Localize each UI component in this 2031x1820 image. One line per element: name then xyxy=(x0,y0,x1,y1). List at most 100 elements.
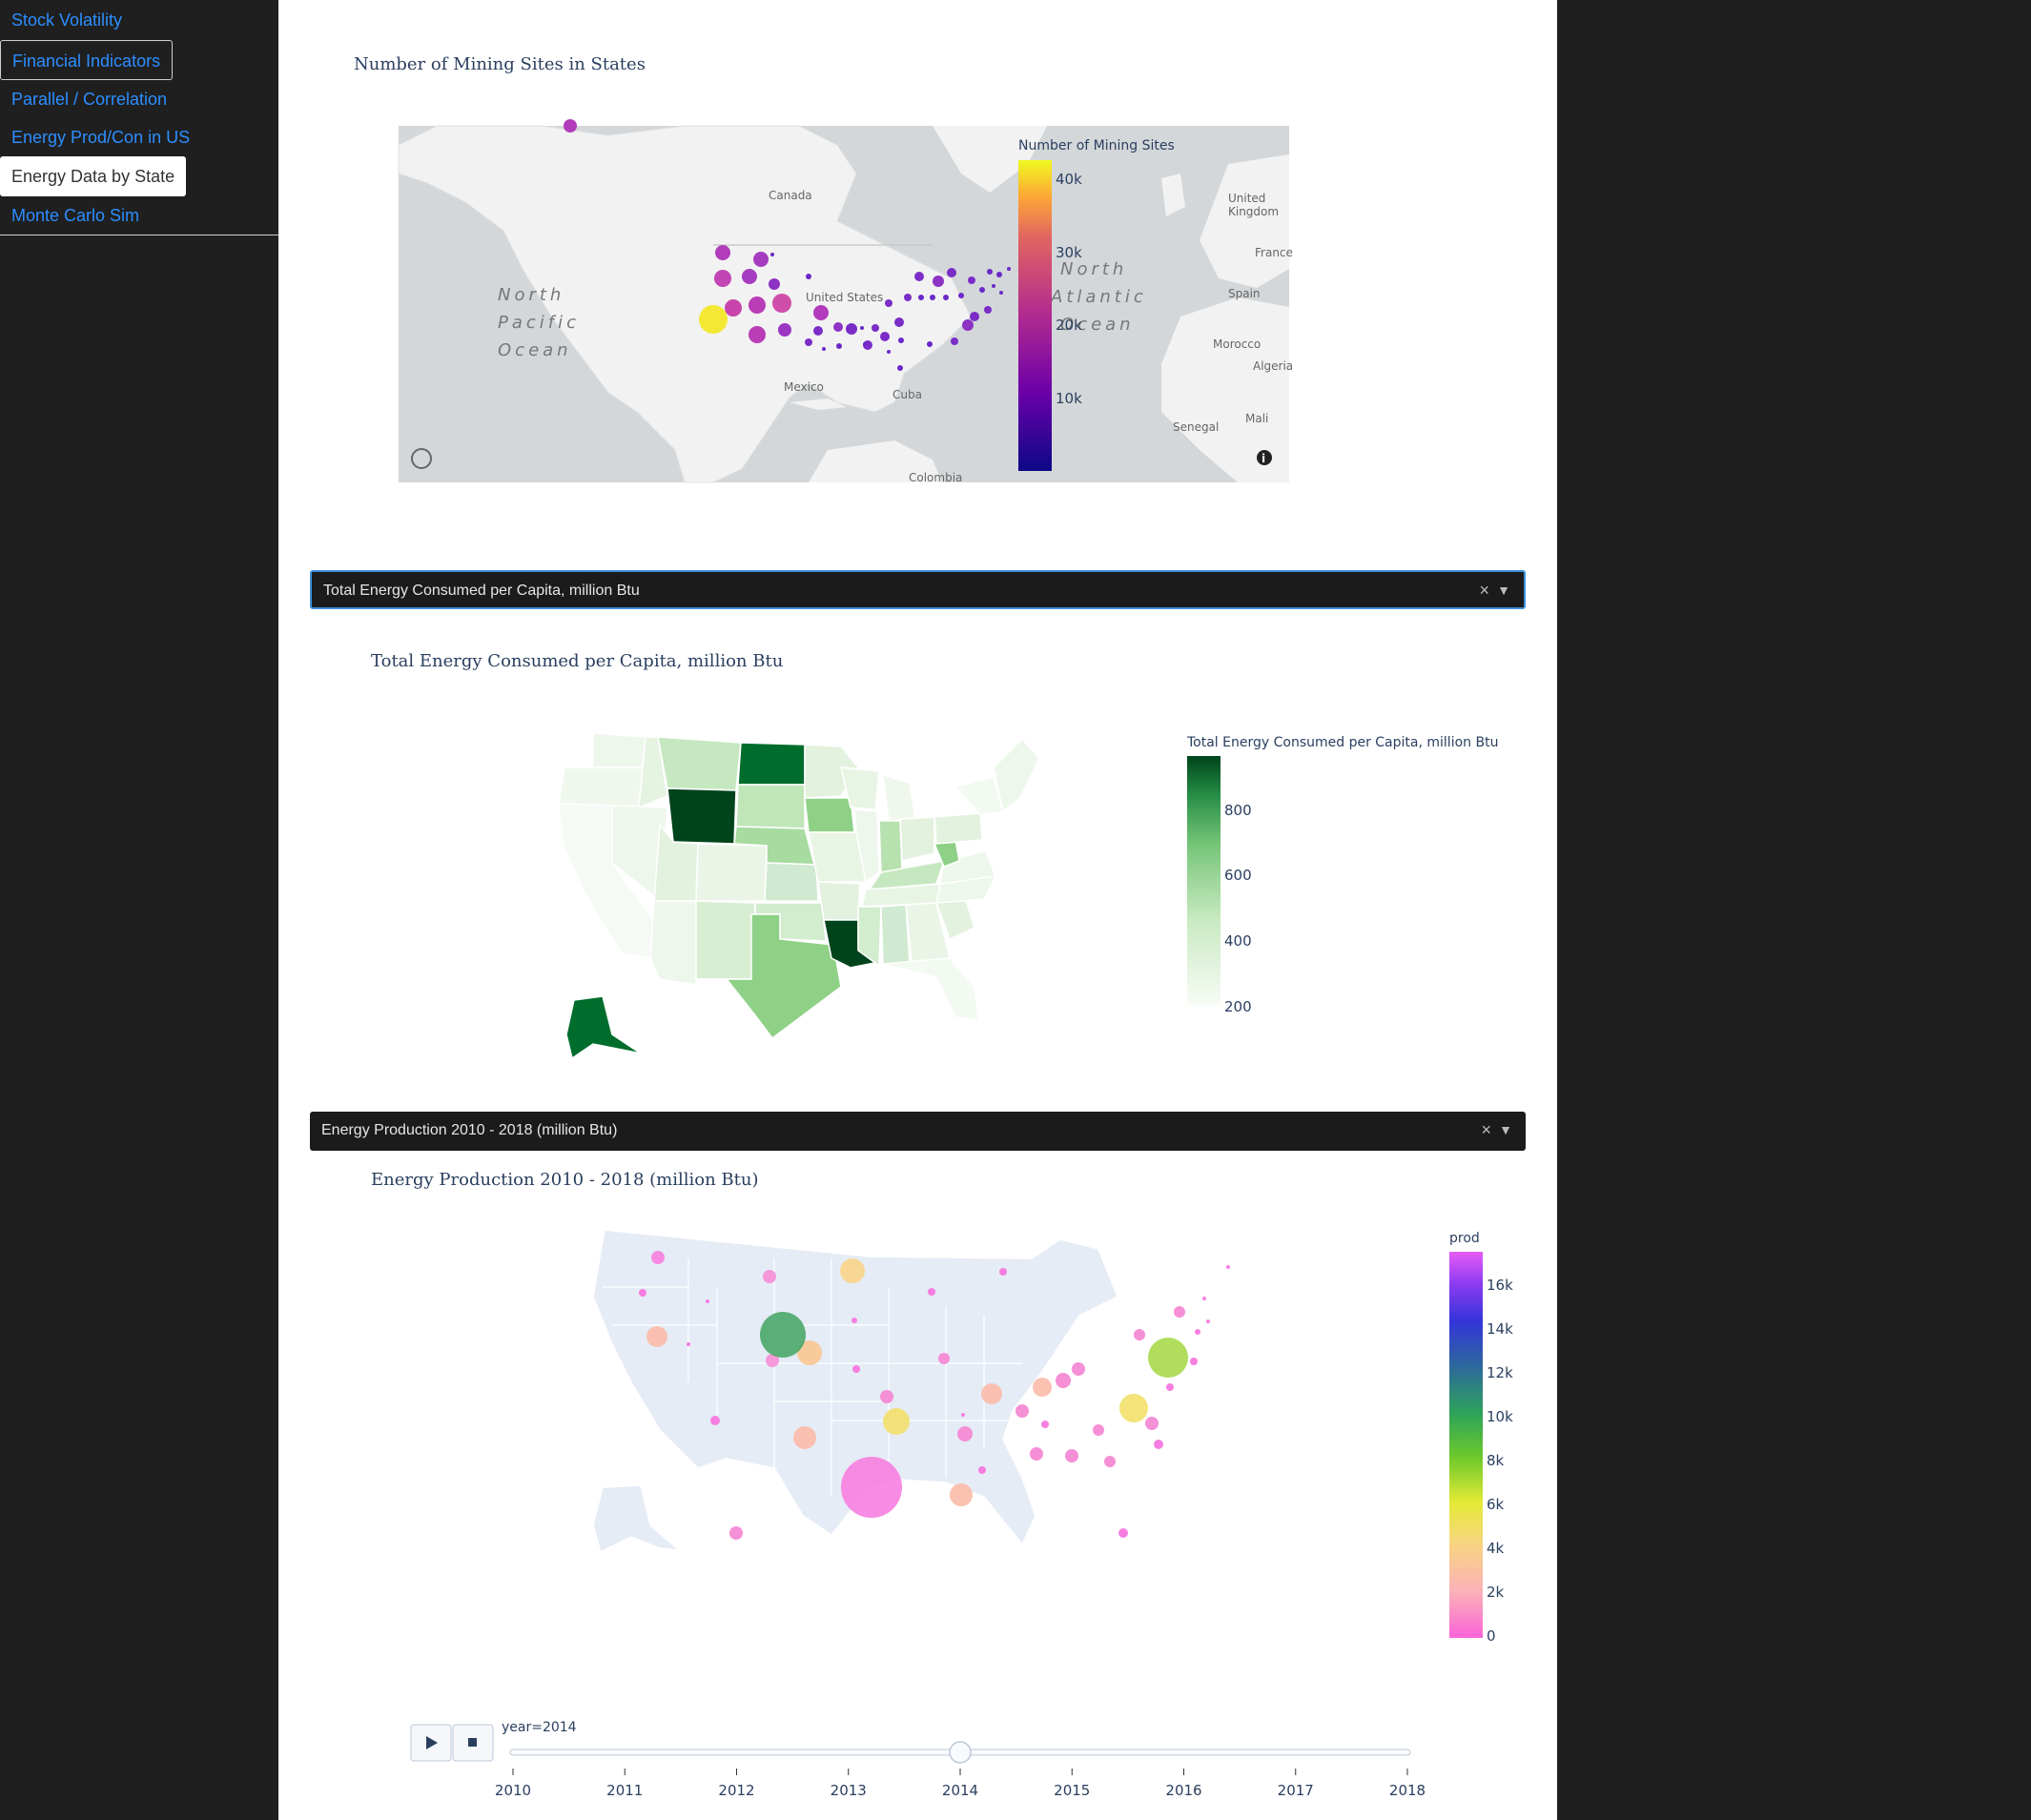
mining-bubble xyxy=(880,332,890,341)
mining-bubble xyxy=(933,276,944,287)
state-colorado xyxy=(695,843,768,902)
clear-icon[interactable]: × xyxy=(1481,1112,1491,1149)
nav-monte-carlo-sim[interactable]: Monte Carlo Sim xyxy=(0,195,151,235)
slider-year-label[interactable]: 2015 xyxy=(1054,1782,1090,1799)
mining-map[interactable]: Canada United States Mexico Cuba Colombi… xyxy=(398,119,1298,484)
mining-bubble xyxy=(753,252,769,267)
prod-bubble xyxy=(1041,1421,1049,1428)
mining-bubble xyxy=(968,276,975,284)
mining-bubble xyxy=(772,294,791,313)
mining-bubble xyxy=(749,297,766,314)
label-united-states: United States xyxy=(806,291,883,304)
label-morocco: Morocco xyxy=(1213,337,1261,351)
choropleth-title: Total Energy Consumed per Capita, millio… xyxy=(371,651,783,671)
mining-bubble xyxy=(898,337,904,343)
stop-button[interactable] xyxy=(452,1724,494,1762)
nav-energy-data-by-state[interactable]: Energy Data by State xyxy=(0,156,187,196)
prod-bubble xyxy=(1202,1297,1206,1300)
prod-bubble xyxy=(1030,1447,1043,1461)
mining-bubble xyxy=(930,295,935,300)
label-mexico: Mexico xyxy=(784,380,824,394)
mining-bubble xyxy=(970,312,979,321)
state-arkansas xyxy=(817,881,861,921)
dropdown-1-value: Total Energy Consumed per Capita, millio… xyxy=(323,583,640,599)
prod-bubble xyxy=(1154,1440,1163,1449)
state-alaska xyxy=(565,995,642,1060)
prod-bubble xyxy=(1033,1378,1052,1397)
slider-year-label[interactable]: 2014 xyxy=(942,1782,978,1799)
stop-icon xyxy=(468,1738,477,1747)
mining-bubble xyxy=(927,341,933,347)
nav-parallel-correlation[interactable]: Parallel / Correlation xyxy=(0,79,178,119)
dropdown-2-value: Energy Production 2010 - 2018 (million B… xyxy=(321,1122,618,1138)
metric-dropdown-1[interactable]: Total Energy Consumed per Capita, millio… xyxy=(310,570,1526,609)
chevron-down-icon[interactable]: ▼ xyxy=(1497,572,1510,609)
prod-bubble xyxy=(851,1318,857,1323)
mining-bubble xyxy=(836,343,842,349)
state-pennsylvania xyxy=(933,812,983,845)
mining-bubble xyxy=(947,268,956,277)
bubble-chart-title: Energy Production 2010 - 2018 (million B… xyxy=(371,1170,759,1190)
mining-bubble xyxy=(904,294,912,301)
slider-ticks: 2010 2011 2012 2013 2014 2015 2016 2017 2018 xyxy=(495,1769,1426,1799)
prod-bubble xyxy=(710,1416,720,1425)
prod-bubble xyxy=(763,1270,776,1283)
label-france: France xyxy=(1255,246,1293,259)
slider-year-label[interactable]: 2016 xyxy=(1165,1782,1201,1799)
prod-bubble xyxy=(950,1483,973,1506)
prod-bubble xyxy=(651,1251,665,1264)
slider-year-label[interactable]: 2017 xyxy=(1278,1782,1314,1799)
clear-icon[interactable]: × xyxy=(1479,572,1489,609)
prod-bubble xyxy=(706,1299,709,1303)
slider-year-label[interactable]: 2018 xyxy=(1389,1782,1426,1799)
bubble-colorbar-title: prod xyxy=(1449,1231,1480,1246)
nav-stock-volatility[interactable]: Stock Volatility xyxy=(0,0,133,40)
state-indiana xyxy=(878,820,903,873)
mining-bubble xyxy=(846,323,857,335)
bubble-colorbar-tick: 4k xyxy=(1487,1540,1505,1557)
label-north-atlantic-1: North xyxy=(1060,259,1127,279)
us-choropleth-map[interactable] xyxy=(558,732,1040,1060)
mining-bubble xyxy=(1007,267,1011,271)
state-ohio xyxy=(899,816,935,862)
chevron-down-icon[interactable]: ▼ xyxy=(1499,1112,1512,1149)
mining-bubble xyxy=(863,342,867,346)
mining-bubble xyxy=(962,319,974,331)
alaska-outline xyxy=(592,1484,682,1554)
label-senegal: Senegal xyxy=(1173,420,1219,434)
mining-bubble xyxy=(885,299,892,307)
bubble-colorbar-tick: 8k xyxy=(1487,1452,1505,1469)
nav-financial-indicators[interactable]: Financial Indicators xyxy=(0,40,174,80)
mining-bubble xyxy=(951,337,958,345)
state-montana xyxy=(657,736,742,791)
sidebar: Stock Volatility Financial Indicators Pa… xyxy=(0,0,278,235)
label-cuba: Cuba xyxy=(892,388,922,401)
mining-bubble xyxy=(987,269,993,275)
slider-year-label[interactable]: 2010 xyxy=(495,1782,531,1799)
nav-energy-prod-con[interactable]: Energy Prod/Con in US xyxy=(0,117,201,157)
state-wyoming xyxy=(667,787,737,845)
bubble-colorbar-tick: 6k xyxy=(1487,1496,1505,1513)
prod-bubble xyxy=(1174,1306,1185,1318)
slider-handle[interactable] xyxy=(949,1741,972,1764)
metric-dropdown-2[interactable]: Energy Production 2010 - 2018 (million B… xyxy=(310,1112,1526,1151)
us-bubble-map[interactable] xyxy=(592,1229,1230,1554)
play-button[interactable] xyxy=(410,1724,452,1762)
prod-bubble xyxy=(999,1268,1007,1276)
mining-bubble xyxy=(958,293,964,298)
prod-bubble xyxy=(1134,1329,1145,1340)
prod-bubble xyxy=(928,1288,935,1296)
label-colombia: Colombia xyxy=(909,471,962,484)
mining-bubble xyxy=(918,295,924,300)
prod-bubble xyxy=(1093,1424,1104,1436)
mining-bubble xyxy=(805,338,812,346)
mining-bubble xyxy=(872,324,879,332)
bubble-colorbar-tick: 0 xyxy=(1487,1627,1496,1645)
mining-sites-chart: Number of Mining Sites in States Canada … xyxy=(354,54,1298,484)
choropleth-colorbar xyxy=(1187,756,1221,1005)
slider-year-label[interactable]: 2012 xyxy=(718,1782,754,1799)
prod-bubble xyxy=(852,1365,860,1373)
slider-year-label[interactable]: 2013 xyxy=(831,1782,867,1799)
consumption-choropleth-chart: Total Energy Consumed per Capita, millio… xyxy=(371,651,1498,1060)
slider-year-label[interactable]: 2011 xyxy=(606,1782,643,1799)
